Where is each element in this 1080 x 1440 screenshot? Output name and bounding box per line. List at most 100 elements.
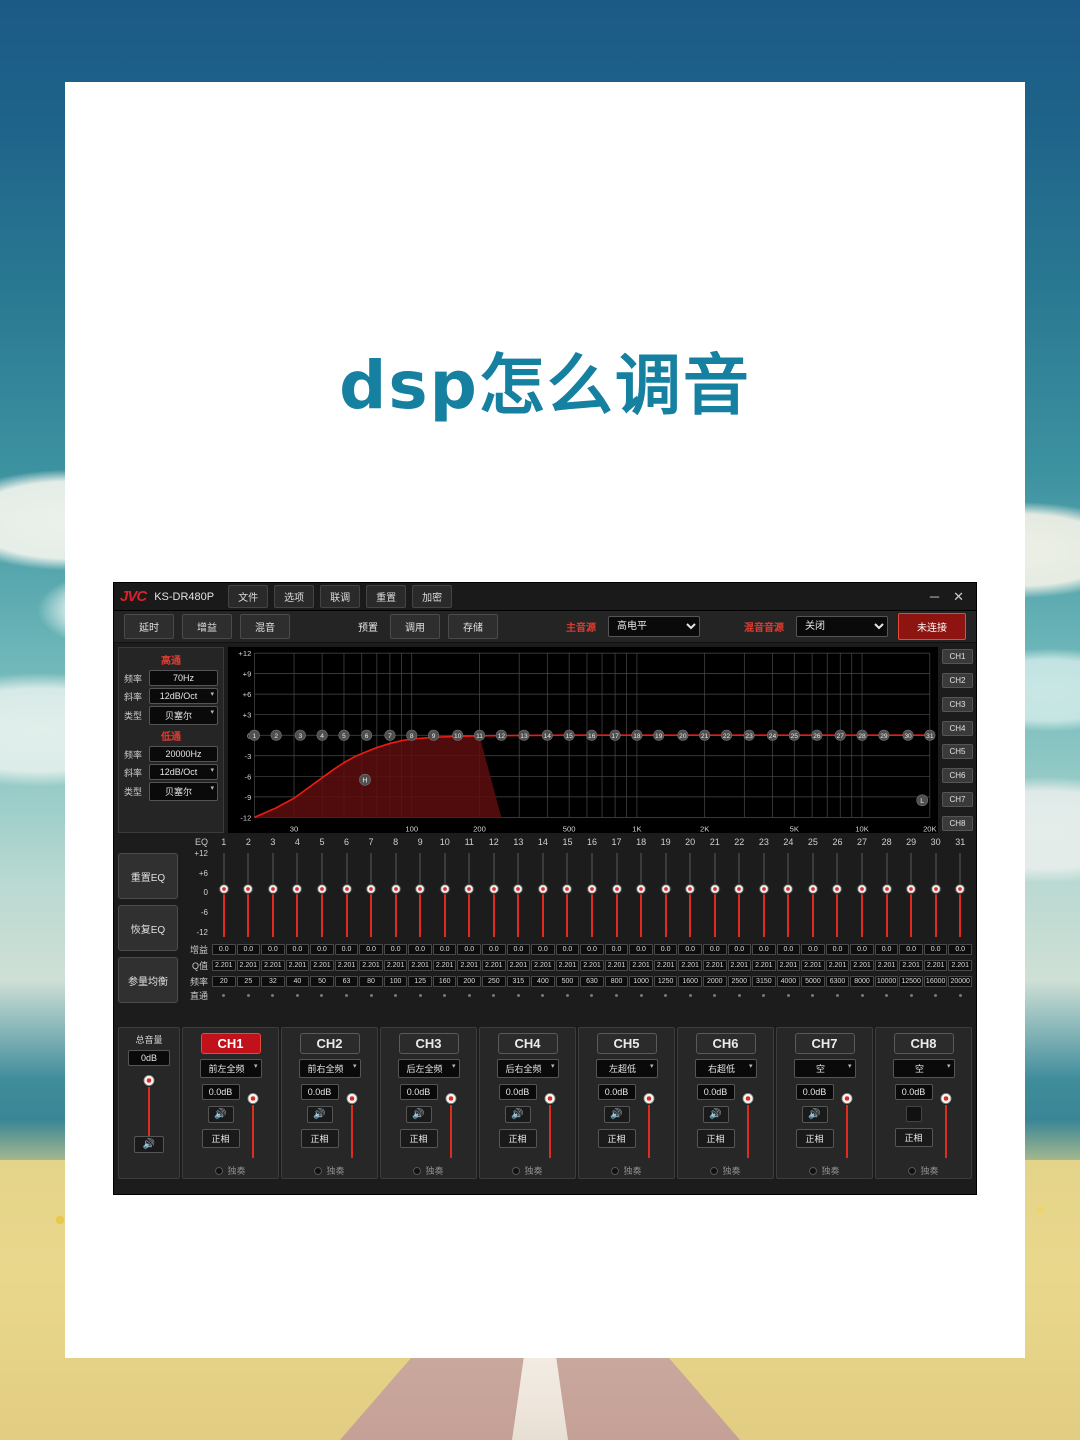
preset-store-button[interactable]: 存储 xyxy=(448,614,498,639)
eq-gain-cell-28[interactable]: 0.0 xyxy=(874,944,899,955)
channel-fader-knob-ch1[interactable] xyxy=(246,1092,259,1105)
eq-freq-cell-28[interactable]: 10000 xyxy=(874,976,899,987)
eq-q-cell-16[interactable]: 2.201 xyxy=(580,960,604,971)
channel-gain-ch2[interactable]: 0.0dB xyxy=(300,1084,339,1100)
eq-gain-cell-1[interactable]: 0.0 xyxy=(212,944,236,955)
eq-freq-cell-23[interactable]: 3150 xyxy=(752,976,776,987)
channel-solo-dot-ch5[interactable] xyxy=(611,1166,620,1175)
eq-bypass-toggle-16[interactable] xyxy=(580,993,604,997)
channel-fader-ch7[interactable] xyxy=(840,1092,854,1158)
eq-slider-knob-15[interactable] xyxy=(561,883,573,895)
channel-solo-ch3[interactable]: 独奏 xyxy=(413,1164,444,1177)
eq-slider-knob-16[interactable] xyxy=(586,883,598,895)
eq-gain-cell-6[interactable]: 0.0 xyxy=(334,944,359,955)
eq-slider-knob-25[interactable] xyxy=(807,883,819,895)
eq-gain-cell-27[interactable]: 0.0 xyxy=(850,944,874,955)
eq-bypass-toggle-12[interactable] xyxy=(482,993,506,997)
eq-slider-12[interactable] xyxy=(482,849,506,941)
lowpass-slope-select[interactable]: 12dB/Oct xyxy=(149,764,218,780)
frequency-response-graph[interactable]: +12+9+6+30-3-6-9-12301002005001K2K5K10K2… xyxy=(228,647,938,834)
master-slider-knob[interactable] xyxy=(142,1074,156,1087)
eq-freq-cell-29[interactable]: 12500 xyxy=(899,976,923,987)
channel-mute-icon-ch4[interactable]: 🔊 xyxy=(504,1106,531,1123)
eq-bypass-toggle-10[interactable] xyxy=(433,993,457,997)
eq-q-cell-24[interactable]: 2.201 xyxy=(776,960,801,971)
channel-routing-select-ch2[interactable]: 前右全频 xyxy=(298,1059,361,1078)
eq-slider-5[interactable] xyxy=(310,849,334,941)
eq-gain-cell-8[interactable]: 0.0 xyxy=(383,944,408,955)
eq-freq-cell-20[interactable]: 1600 xyxy=(678,976,702,987)
highpass-slope-select[interactable]: 12dB/Oct xyxy=(149,688,218,704)
eq-freq-cell-11[interactable]: 200 xyxy=(457,976,482,987)
eq-slider-14[interactable] xyxy=(531,849,555,941)
channel-fader-ch8[interactable] xyxy=(939,1092,953,1158)
eq-slider-22[interactable] xyxy=(728,849,752,941)
eq-slider-knob-23[interactable] xyxy=(758,883,770,895)
channel-gain-ch8[interactable]: 0.0dB xyxy=(894,1084,933,1100)
eq-slider-knob-26[interactable] xyxy=(831,883,843,895)
eq-q-cell-27[interactable]: 2.201 xyxy=(850,960,874,971)
eq-q-cell-21[interactable]: 2.201 xyxy=(702,960,727,971)
eq-q-cell-28[interactable]: 2.201 xyxy=(874,960,899,971)
eq-freq-cell-21[interactable]: 2000 xyxy=(702,976,727,987)
eq-freq-cell-25[interactable]: 5000 xyxy=(801,976,825,987)
channel-phase-ch3[interactable]: 正相 xyxy=(399,1129,438,1148)
eq-bypass-toggle-25[interactable] xyxy=(801,993,825,997)
eq-q-cell-31[interactable]: 2.201 xyxy=(948,960,972,971)
eq-freq-cell-27[interactable]: 8000 xyxy=(850,976,874,987)
delay-button[interactable]: 延时 xyxy=(124,614,174,639)
menu-encrypt[interactable]: 加密 xyxy=(412,585,453,608)
eq-freq-cell-8[interactable]: 100 xyxy=(383,976,408,987)
eq-slider-knob-24[interactable] xyxy=(782,883,794,895)
eq-q-cell-4[interactable]: 2.201 xyxy=(285,960,310,971)
eq-slider-3[interactable] xyxy=(261,849,285,941)
channel-routing-select-ch4[interactable]: 后右全频 xyxy=(496,1059,559,1078)
eq-q-cell-22[interactable]: 2.201 xyxy=(727,960,752,971)
channel-mute-icon-ch8[interactable] xyxy=(905,1106,922,1122)
eq-slider-knob-1[interactable] xyxy=(218,883,230,895)
master-volume-slider[interactable] xyxy=(142,1074,156,1136)
eq-gain-cell-21[interactable]: 0.0 xyxy=(702,944,727,955)
eq-slider-29[interactable] xyxy=(899,849,923,941)
eq-q-cell-2[interactable]: 2.201 xyxy=(236,960,261,971)
channel-solo-ch8[interactable]: 独奏 xyxy=(908,1164,939,1177)
channel-mute-icon-ch1[interactable]: 🔊 xyxy=(207,1106,234,1123)
eq-gain-cell-12[interactable]: 0.0 xyxy=(482,944,506,955)
channel-routing-select-ch1[interactable]: 前左全频 xyxy=(199,1059,262,1078)
parametric-eq-button[interactable]: 参量均衡 xyxy=(118,957,178,1003)
connection-status-button[interactable]: 未连接 xyxy=(898,613,966,640)
eq-q-cell-20[interactable]: 2.201 xyxy=(678,960,702,971)
channel-fader-knob-ch4[interactable] xyxy=(543,1092,556,1105)
eq-gain-cell-23[interactable]: 0.0 xyxy=(752,944,776,955)
eq-q-cell-7[interactable]: 2.201 xyxy=(359,960,383,971)
eq-gain-cell-4[interactable]: 0.0 xyxy=(285,944,310,955)
eq-bypass-toggle-31[interactable] xyxy=(948,993,972,997)
channel-fader-knob-ch8[interactable] xyxy=(939,1092,952,1105)
eq-freq-cell-18[interactable]: 1000 xyxy=(629,976,653,987)
eq-q-cell-13[interactable]: 2.201 xyxy=(506,960,531,971)
channel-fader-knob-ch5[interactable] xyxy=(642,1092,655,1105)
lowpass-frequency-input[interactable]: 20000Hz xyxy=(149,746,218,762)
channel-solo-ch7[interactable]: 独奏 xyxy=(809,1164,840,1177)
eq-gain-cell-29[interactable]: 0.0 xyxy=(899,944,923,955)
eq-slider-4[interactable] xyxy=(286,849,310,941)
eq-freq-cell-24[interactable]: 4000 xyxy=(776,976,801,987)
eq-freq-cell-1[interactable]: 20 xyxy=(212,976,236,987)
reset-eq-button[interactable]: 重置EQ xyxy=(118,853,178,899)
channel-phase-ch5[interactable]: 正相 xyxy=(597,1129,636,1148)
eq-freq-cell-6[interactable]: 63 xyxy=(334,976,359,987)
eq-bypass-toggle-26[interactable] xyxy=(826,993,850,997)
channel-solo-dot-ch7[interactable] xyxy=(809,1166,818,1175)
eq-gain-cell-2[interactable]: 0.0 xyxy=(236,944,261,955)
eq-freq-cell-19[interactable]: 1250 xyxy=(653,976,678,987)
highpass-type-select[interactable]: 贝塞尔 xyxy=(149,706,218,725)
eq-freq-cell-26[interactable]: 6300 xyxy=(825,976,850,987)
eq-slider-2[interactable] xyxy=(237,849,261,941)
channel-solo-ch5[interactable]: 独奏 xyxy=(611,1164,642,1177)
minimize-icon[interactable]: ─ xyxy=(930,590,939,603)
eq-slider-knob-9[interactable] xyxy=(414,883,426,895)
eq-slider-knob-3[interactable] xyxy=(267,883,279,895)
eq-gain-cell-16[interactable]: 0.0 xyxy=(580,944,604,955)
main-source-select[interactable]: 高电平 xyxy=(608,616,700,637)
channel-tab-ch5[interactable]: CH5 xyxy=(942,744,973,760)
